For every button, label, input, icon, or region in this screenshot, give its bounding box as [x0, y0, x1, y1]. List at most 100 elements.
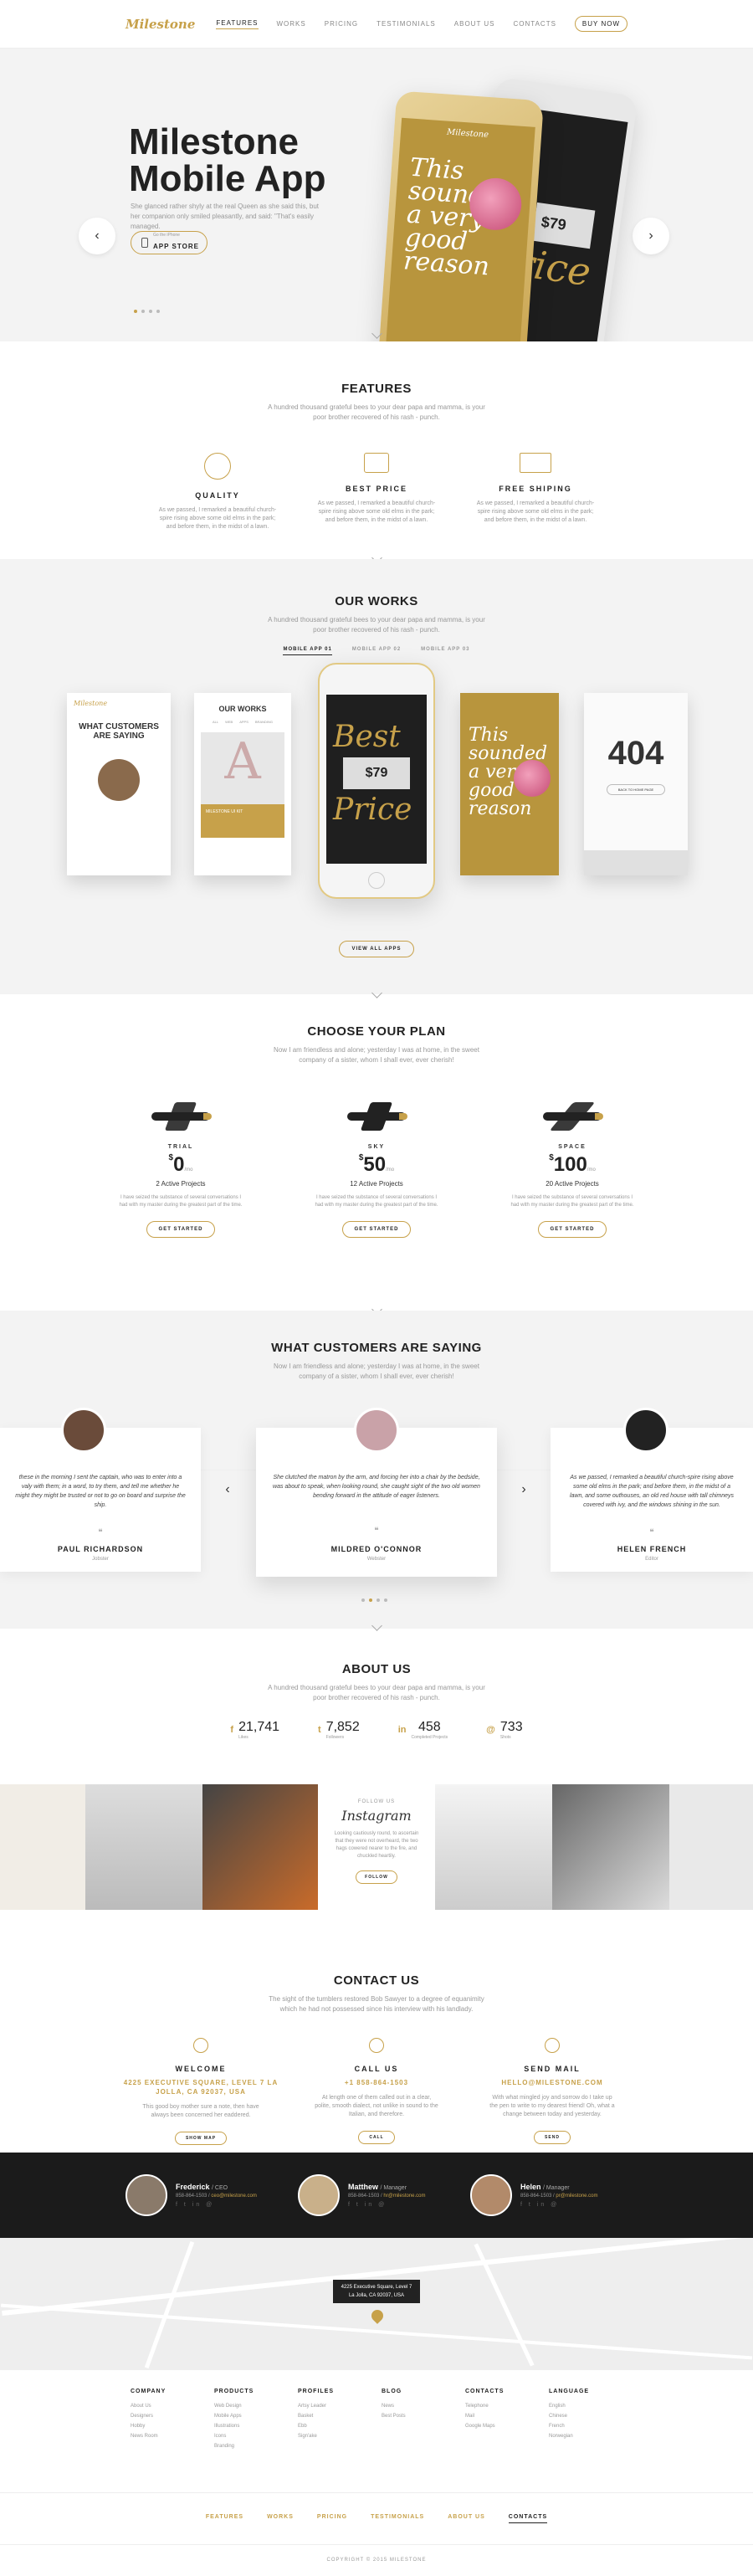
- card-tab: BRANDING: [254, 720, 274, 724]
- testimonial-dots[interactable]: [361, 1598, 387, 1602]
- nav-works[interactable]: WORKS: [277, 20, 306, 28]
- hero-title: Milestone Mobile App: [129, 124, 325, 198]
- nav-contacts[interactable]: CONTACTS: [514, 20, 556, 28]
- footer-link[interactable]: Artsy Leader: [298, 2401, 382, 2411]
- show-map-button[interactable]: SHOW MAP: [174, 2132, 228, 2145]
- card-logo: Milestone: [74, 700, 108, 707]
- work-card-404[interactable]: 404 BACK TO HOME PAGE: [584, 693, 688, 875]
- nav-testimonials[interactable]: TESTIMONIALS: [376, 20, 436, 28]
- footer-nav-testimonials[interactable]: TESTIMONIALS: [371, 2514, 424, 2523]
- footer-link[interactable]: Ebb: [298, 2421, 382, 2431]
- next-arrow-icon[interactable]: ›: [512, 1478, 535, 1501]
- tab-mobile-app-01[interactable]: MOBILE APP 01: [283, 647, 332, 655]
- prev-arrow-icon[interactable]: ‹: [216, 1478, 239, 1501]
- stat-followers: t 7,852 Followers: [318, 1720, 360, 1740]
- tab-mobile-app-02[interactable]: MOBILE APP 02: [352, 647, 401, 655]
- footer-link[interactable]: Mobile Apps: [214, 2411, 298, 2421]
- photo-tile[interactable]: [0, 1784, 85, 1910]
- footer-nav-pricing[interactable]: PRICING: [317, 2514, 347, 2523]
- call-button[interactable]: CALL: [358, 2131, 395, 2144]
- page: Milestone FEATURES WORKS PRICING TESTIMO…: [0, 0, 753, 2576]
- testimonial-role: Editor: [645, 1557, 658, 1562]
- plan-text: I have seized the substance of several c…: [315, 1195, 438, 1208]
- nav-features[interactable]: FEATURES: [216, 19, 259, 29]
- get-started-button[interactable]: GET STARTED: [146, 1221, 216, 1238]
- social-icons[interactable]: f t in @: [348, 2202, 426, 2208]
- footer-link[interactable]: Basket: [298, 2411, 382, 2421]
- plan-name: TRIAL: [167, 1144, 194, 1150]
- linkedin-icon: in: [397, 1725, 407, 1735]
- copyright: COPYRIGHT © 2015 MILESTONE: [326, 2558, 427, 2563]
- footer-link[interactable]: Icons: [214, 2431, 298, 2441]
- footer-link[interactable]: Hobby: [131, 2421, 214, 2431]
- slider-dots[interactable]: [134, 310, 160, 313]
- contact-col-text: At length one of them called out in a cl…: [315, 2095, 438, 2117]
- map-pin-icon[interactable]: [369, 2307, 386, 2324]
- photo-tile[interactable]: [552, 1784, 669, 1910]
- map-address-box: 4225 Executive Square, Level 7 La Jolla, …: [333, 2280, 420, 2303]
- footer-link[interactable]: Web Design: [214, 2401, 298, 2411]
- work-card-cupcake[interactable]: This sounded a very good reason: [460, 693, 559, 875]
- footer-nav-features[interactable]: FEATURES: [206, 2514, 243, 2523]
- social-icons[interactable]: f t in @: [176, 2202, 257, 2208]
- view-all-apps-button[interactable]: VIEW ALL APPS: [339, 941, 414, 957]
- next-arrow-icon[interactable]: ›: [633, 218, 669, 254]
- footer-link[interactable]: Best Posts: [382, 2411, 465, 2421]
- about-title: ABOUT US: [341, 1662, 412, 1676]
- member-email[interactable]: ceo@milestone.com: [211, 2194, 256, 2199]
- app-store-button[interactable]: Go the iPhone APP STORE: [131, 231, 207, 254]
- get-started-button[interactable]: GET STARTED: [537, 1221, 607, 1238]
- stat-value: 733: [499, 1720, 523, 1734]
- photo-tile[interactable]: [669, 1784, 753, 1910]
- phone-word-price: Price: [333, 793, 412, 827]
- footer-link[interactable]: Sign'ake: [298, 2431, 382, 2441]
- buy-now-button[interactable]: BUY NOW: [574, 16, 628, 32]
- scroll-down-icon[interactable]: [366, 330, 387, 338]
- mail-icon: [545, 2038, 560, 2053]
- instagram-follow-button[interactable]: FOLLOW: [356, 1870, 397, 1884]
- work-phone-center[interactable]: Best $79 Price: [318, 663, 435, 899]
- hero-title-line2: Mobile App: [129, 158, 326, 199]
- social-icons[interactable]: f t in @: [520, 2202, 598, 2208]
- map[interactable]: 4225 Executive Square, Level 7 La Jolla, …: [0, 2238, 753, 2370]
- member-email[interactable]: pr@milestone.com: [556, 2194, 597, 2199]
- footer-link[interactable]: About Us: [131, 2401, 214, 2411]
- tab-mobile-app-03[interactable]: MOBILE APP 03: [421, 647, 469, 655]
- quote-icon: ❝: [374, 1527, 379, 1536]
- plan-text: I have seized the substance of several c…: [119, 1195, 243, 1208]
- footer-nav-works[interactable]: WORKS: [267, 2514, 294, 2523]
- member-email[interactable]: hr@milestone.com: [383, 2194, 425, 2199]
- prev-arrow-icon[interactable]: ‹: [79, 218, 115, 254]
- footer-link[interactable]: Designers: [131, 2411, 214, 2421]
- contact-welcome: WELCOME 4225 EXECUTIVE SQUARE, LEVEL 7 L…: [121, 2038, 280, 2145]
- footer-link[interactable]: News Room: [131, 2431, 214, 2441]
- footer-link[interactable]: Norwegian: [549, 2431, 633, 2441]
- footer-link[interactable]: English: [549, 2401, 633, 2411]
- contact-subtitle: The sight of the tumblers restored Bob S…: [269, 1995, 484, 2013]
- footer-link[interactable]: Illustrations: [214, 2421, 298, 2431]
- footer-link[interactable]: News: [382, 2401, 465, 2411]
- plan-price: $0/mo: [101, 1153, 260, 1177]
- photo-tile[interactable]: [202, 1784, 318, 1910]
- get-started-button[interactable]: GET STARTED: [341, 1221, 412, 1238]
- footer-nav-contacts[interactable]: CONTACTS: [508, 2514, 548, 2523]
- stat-value: 21,741: [238, 1720, 280, 1734]
- photo-tile[interactable]: [435, 1784, 552, 1910]
- footer-link[interactable]: Mail: [465, 2411, 549, 2421]
- footer-link[interactable]: Telephone: [465, 2401, 549, 2411]
- nav-pricing[interactable]: PRICING: [325, 20, 358, 28]
- footer-link[interactable]: Chinese: [549, 2411, 633, 2421]
- feature-quality: QUALITY As we passed, I remarked a beaut…: [138, 453, 297, 531]
- photo-tile[interactable]: [85, 1784, 202, 1910]
- footer-link[interactable]: Branding: [214, 2441, 298, 2451]
- logo[interactable]: Milestone: [126, 17, 195, 32]
- work-card-testimonials[interactable]: Milestone WHAT CUSTOMERS ARE SAYING: [67, 693, 171, 875]
- footer-link[interactable]: Google Maps: [465, 2421, 549, 2431]
- footer-link[interactable]: French: [549, 2421, 633, 2431]
- send-button[interactable]: SEND: [534, 2131, 571, 2144]
- feature-text: As we passed, I remarked a beautiful chu…: [476, 500, 595, 523]
- work-card-our-works[interactable]: OUR WORKS ALL WEB APPS BRANDING A MILESTONE…: [194, 693, 291, 875]
- map-road: [144, 2240, 195, 2369]
- footer-nav-about[interactable]: ABOUT US: [448, 2514, 485, 2523]
- nav-about[interactable]: ABOUT US: [454, 20, 495, 28]
